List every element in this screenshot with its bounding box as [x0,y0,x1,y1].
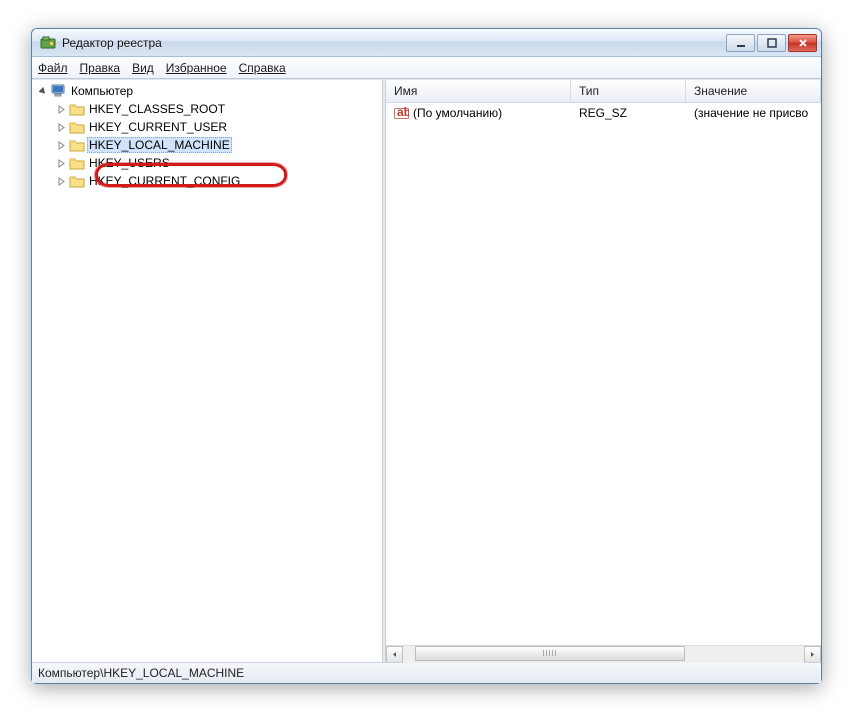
tree-root-label: Компьютер [69,84,135,98]
statusbar: Компьютер\HKEY_LOCAL_MACHINE [32,662,821,683]
expand-icon[interactable] [56,176,67,187]
menubar: Файл Правка Вид Избранное Справка [32,57,821,79]
tree-item-hkcr[interactable]: HKEY_CLASSES_ROOT [50,100,382,118]
list-cell-name: (По умолчанию) [413,106,502,120]
folder-icon [69,119,85,135]
scroll-left-button[interactable] [386,646,403,663]
list-header: Имя Тип Значение [386,80,821,103]
string-value-icon: ab [394,106,409,121]
horizontal-scrollbar[interactable] [386,645,821,662]
maximize-button[interactable] [757,34,786,52]
folder-icon [69,137,85,153]
list-pane: Имя Тип Значение ab (По умолчанию) REG_S… [386,80,821,662]
scroll-right-button[interactable] [804,646,821,663]
tree-item-label: HKEY_USERS [87,156,172,170]
column-header-name[interactable]: Имя [386,80,571,102]
expand-icon[interactable] [56,104,67,115]
tree-root-children: HKEY_CLASSES_ROOT HKEY_CURRENT_USER HKEY… [32,100,382,190]
titlebar[interactable]: Редактор реестра [32,29,821,57]
tree-item-label: HKEY_CURRENT_CONFIG [87,174,242,188]
app-icon [40,35,56,51]
folder-icon [69,101,85,117]
list-cell-value: (значение не присво [686,106,821,120]
status-path: Компьютер\HKEY_LOCAL_MACHINE [38,666,244,680]
tree-item-hku[interactable]: HKEY_USERS [50,154,382,172]
expand-icon[interactable] [56,122,67,133]
folder-icon [69,173,85,189]
menu-help[interactable]: Справка [239,61,286,75]
menu-edit[interactable]: Правка [80,61,121,75]
menu-file[interactable]: Файл [38,61,68,75]
list-row[interactable]: ab (По умолчанию) REG_SZ (значение не пр… [386,103,821,123]
tree-item-hklm[interactable]: HKEY_LOCAL_MACHINE [50,136,382,154]
scroll-track[interactable] [403,646,804,663]
column-header-type[interactable]: Тип [571,80,686,102]
tree-item-hkcc[interactable]: HKEY_CURRENT_CONFIG [50,172,382,190]
tree-pane[interactable]: Компьютер HKEY_CLASSES_ROOT HKEY_CURRENT… [32,80,382,662]
svg-text:ab: ab [397,106,409,119]
tree-item-label: HKEY_CLASSES_ROOT [87,102,227,116]
menu-favorites[interactable]: Избранное [166,61,227,75]
tree-item-label: HKEY_CURRENT_USER [87,120,229,134]
computer-icon [51,83,67,99]
window-title: Редактор реестра [62,36,726,50]
list-body[interactable]: ab (По умолчанию) REG_SZ (значение не пр… [386,103,821,645]
tree-item-hkcu[interactable]: HKEY_CURRENT_USER [50,118,382,136]
registry-editor-window: Редактор реестра Файл Правка Вид Избранн… [31,28,822,684]
tree-root-computer[interactable]: Компьютер [32,82,382,100]
close-button[interactable] [788,34,817,52]
content-area: Компьютер HKEY_CLASSES_ROOT HKEY_CURRENT… [32,79,821,662]
column-header-value[interactable]: Значение [686,80,821,102]
expand-icon[interactable] [56,140,67,151]
folder-icon [69,155,85,171]
collapse-icon[interactable] [38,86,49,97]
expand-icon[interactable] [56,158,67,169]
list-cell-type: REG_SZ [571,106,686,120]
menu-view[interactable]: Вид [132,61,154,75]
window-controls [726,34,817,52]
tree-item-label: HKEY_LOCAL_MACHINE [87,137,232,153]
scroll-thumb[interactable] [415,646,685,661]
minimize-button[interactable] [726,34,755,52]
